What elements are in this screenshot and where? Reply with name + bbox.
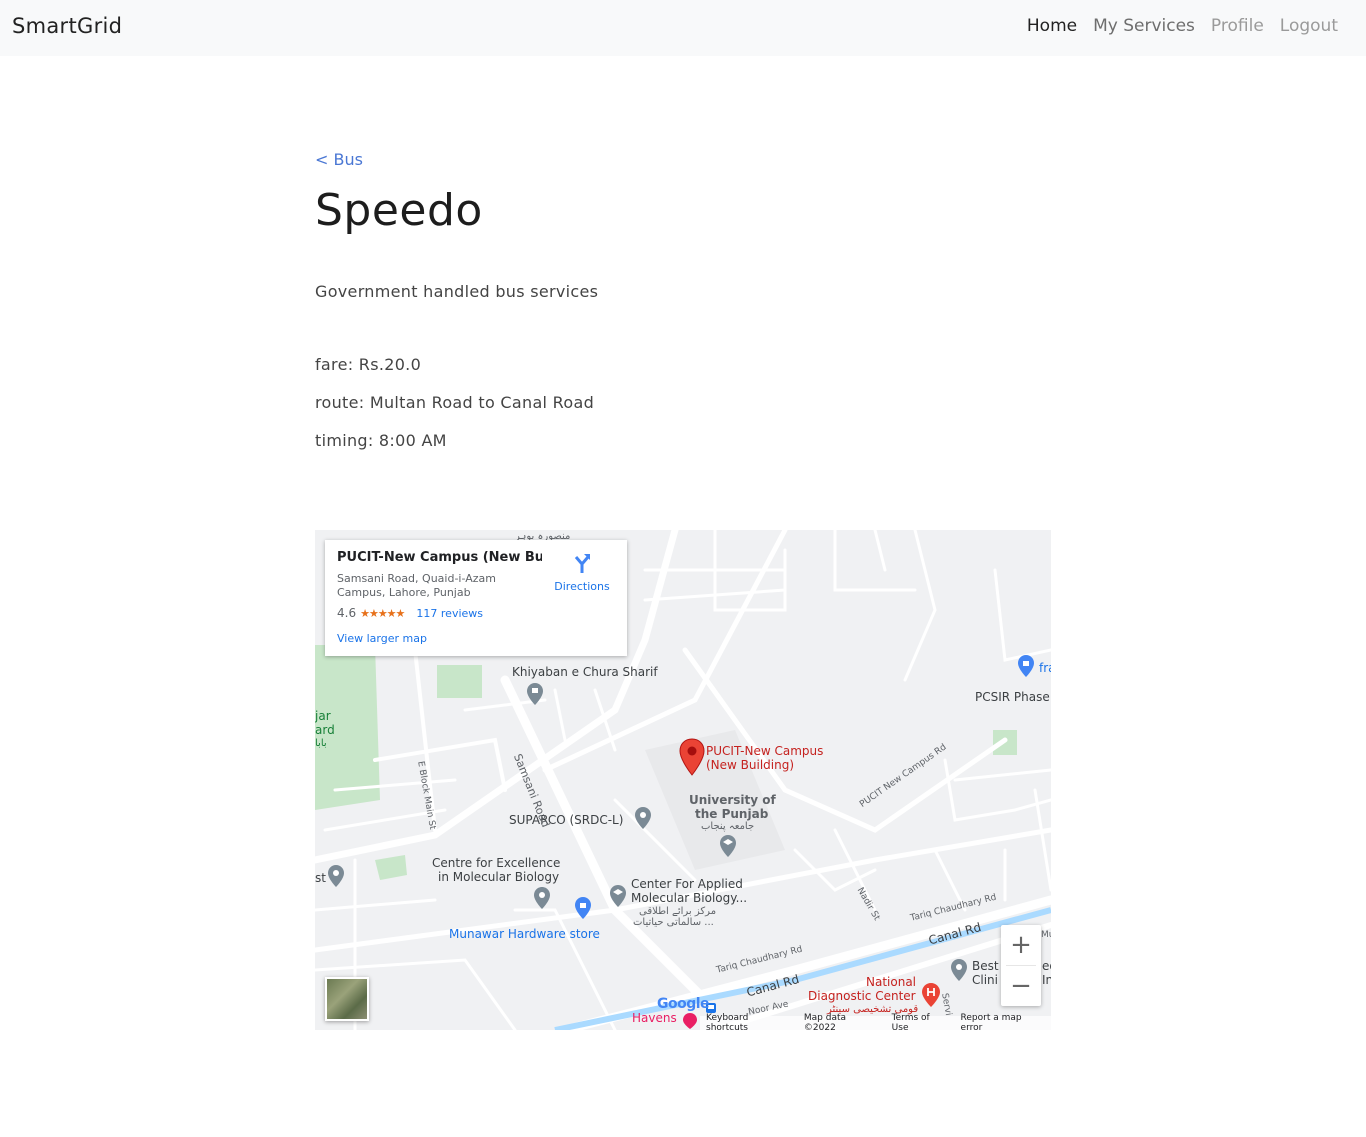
satellite-toggle-button[interactable] [325, 977, 369, 1021]
map-label-pucit-1: PUCIT-New Campus [706, 744, 824, 758]
map-data-text: Map data ©2022 [803, 1013, 847, 1030]
map-label-havens: Havens [632, 1011, 677, 1025]
applied-pin-icon[interactable] [609, 884, 627, 908]
zoom-in-button[interactable]: + [1001, 925, 1041, 965]
map-label-munawar: Munawar Hardware store [449, 927, 600, 941]
zoom-out-button[interactable]: − [1001, 966, 1041, 1006]
nav-profile-link[interactable]: Profile [1203, 16, 1272, 36]
map-label-mu: Mu [1041, 930, 1051, 940]
map-label-national-2: Diagnostic Center [808, 989, 916, 1003]
service-info: fare: Rs.20.0 route: Multan Road to Cana… [315, 355, 1051, 450]
service-description: Government handled bus services [315, 282, 599, 301]
embedded-map[interactable]: Khiyaban e Chura Sharif PUCIT-New Campus… [315, 530, 1051, 1030]
report-map-error-link[interactable]: Report a map error [961, 1013, 1045, 1030]
fare-text: fare: Rs.20.0 [315, 355, 422, 374]
map-label-suparco: SUPARCO (SRDC-L) [509, 813, 624, 827]
directions-icon [574, 554, 590, 573]
map-label-fra: fra [1039, 661, 1051, 675]
map-label-jar-1: jar [315, 709, 331, 723]
map-label-applied-1: Center For Applied [631, 877, 743, 891]
map-label-jar-2: ard [315, 723, 335, 737]
brand-logo[interactable]: SmartGrid [12, 14, 122, 38]
service-detail: < Bus Speedo Government handled bus serv… [315, 150, 1051, 469]
map-label-khiyaban: Khiyaban e Chura Sharif [512, 665, 658, 679]
map-label-applied-urdu-2: سالماتی حیاتیات ... [633, 917, 714, 928]
navbar: SmartGrid Home My Services Profile Logou… [0, 0, 1366, 56]
rating-value: 4.6 [337, 606, 357, 620]
page-title: Speedo [315, 185, 483, 236]
place-title: PUCIT-New Campus (New Buil... [337, 550, 542, 565]
map-label-jar-3: بابا [315, 738, 327, 749]
map-label-in: In [1042, 973, 1051, 987]
reviews-link[interactable]: 117 reviews [416, 607, 483, 620]
map-label-university-urdu: جامعہ پنجاب [701, 821, 755, 832]
timing-text: timing: 8:00 AM [315, 431, 447, 450]
zoom-controls: + − [1001, 925, 1041, 1006]
map-label-centre-2: in Molecular Biology [438, 870, 560, 884]
main-location-pin-icon[interactable] [679, 738, 705, 776]
map-label-pcsir: PCSIR Phase [975, 690, 1050, 704]
map-label-pucit-2: (New Building) [706, 758, 795, 772]
map-label-centre-1: Centre for Excellence [432, 856, 561, 870]
map-label-st-left: st [315, 871, 326, 885]
havens-pin-icon[interactable] [682, 1012, 698, 1030]
terms-of-use-link[interactable]: Terms of Use [892, 1013, 949, 1030]
nav-my-services-link[interactable]: My Services [1085, 16, 1203, 36]
university-pin-icon[interactable] [719, 834, 737, 858]
map-label-university-1: University of [689, 793, 776, 807]
back-to-bus-link[interactable]: < Bus [315, 150, 363, 169]
directions-button[interactable]: Directions [547, 552, 617, 593]
shopping-pin-icon[interactable] [574, 896, 592, 920]
view-larger-map-link[interactable]: View larger map [337, 632, 427, 645]
place-info-card: PUCIT-New Campus (New Buil... Samsani Ro… [325, 540, 627, 656]
nav-logout-link[interactable]: Logout [1272, 16, 1346, 36]
map-attribution: Keyboard shortcuts Map data ©2022 Terms … [700, 1013, 1051, 1030]
route-text: route: Multan Road to Canal Road [315, 393, 595, 412]
google-logo-text: Google [657, 996, 710, 1012]
map-label-applied-2: Molecular Biology... [631, 891, 748, 905]
nav-links: Home My Services Profile Logout [1019, 16, 1346, 36]
map-label-best-2: Clini [972, 973, 998, 987]
place-address: Samsani Road, Quaid-i-Azam Campus, Lahor… [337, 572, 496, 599]
place-rating: 4.6 ★★★★★ 117 reviews [337, 606, 483, 620]
keyboard-shortcuts-link[interactable]: Keyboard shortcuts [706, 1013, 792, 1030]
clinic-pin-icon[interactable] [950, 958, 968, 982]
mosque-pin-icon[interactable] [526, 682, 544, 706]
centre-pin-icon[interactable] [533, 886, 551, 910]
left-pin-icon[interactable] [327, 864, 345, 888]
rating-stars-icon: ★★★★★ [360, 606, 405, 620]
directions-label: Directions [554, 580, 610, 593]
google-logo[interactable]: Google [657, 996, 710, 1012]
nav-home-link[interactable]: Home [1019, 16, 1085, 36]
map-label-national-1: National [866, 975, 917, 989]
hospital-pin-icon[interactable] [921, 982, 941, 1008]
map-label-university-2: the Punjab [695, 807, 769, 821]
map-label-best-1: Best [972, 959, 999, 973]
shop-right-pin-icon[interactable] [1017, 654, 1035, 678]
map-label-ed: ed [1042, 959, 1051, 973]
suparco-pin-icon[interactable] [634, 806, 652, 830]
